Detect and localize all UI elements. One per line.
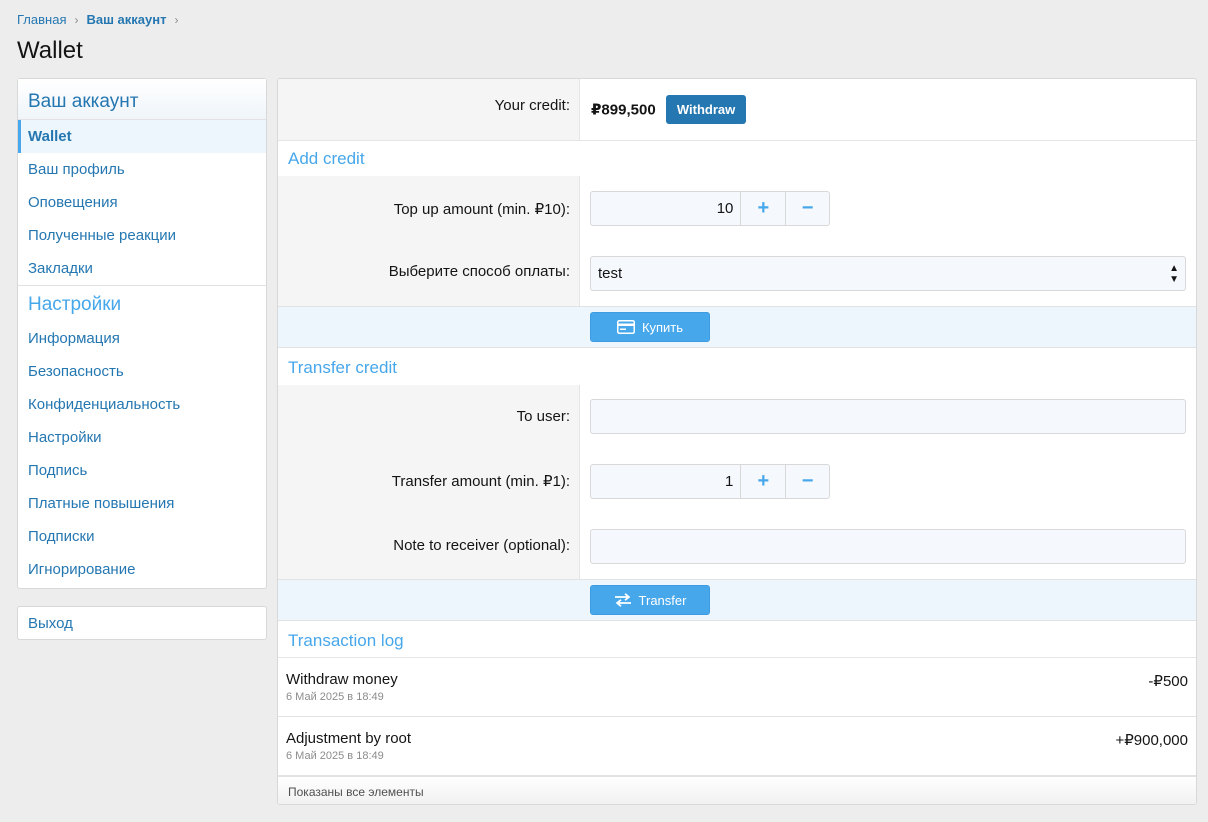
page-title: Wallet: [17, 37, 83, 64]
breadcrumb: Главная › Ваш аккаунт ›: [17, 12, 186, 27]
sidebar-item-reactions[interactable]: Полученные реакции: [18, 219, 266, 252]
transaction-amount: +₽900,000: [1115, 732, 1188, 749]
payment-method-label: Выберите способ оплаты:: [388, 263, 570, 280]
sidebar-section-account: Ваш аккаунт: [18, 79, 266, 120]
sidebar-item-preferences[interactable]: Настройки: [18, 421, 266, 454]
transaction-date: 6 Май 2025 в 18:49: [286, 750, 384, 762]
transaction-row: Adjustment by root 6 Май 2025 в 18:49 +₽…: [278, 717, 1196, 776]
buy-button[interactable]: Купить: [590, 312, 710, 342]
sidebar-item-ignoring[interactable]: Игнорирование: [18, 553, 266, 586]
divider: [278, 140, 1196, 141]
increment-button[interactable]: +: [741, 465, 785, 498]
transfer-actions: Transfer: [278, 579, 1196, 621]
sidebar-item-account-details[interactable]: Информация: [18, 322, 266, 355]
transaction-date: 6 Май 2025 в 18:49: [286, 691, 384, 703]
sidebar-item-bookmarks[interactable]: Закладки: [18, 252, 266, 285]
credit-balance: ₽899,500: [591, 101, 656, 119]
transaction-title: Adjustment by root: [286, 730, 412, 747]
payment-method-select[interactable]: test ▲ ▼: [590, 256, 1186, 291]
top-up-amount-label: Top up amount (min. ₽10):: [393, 201, 570, 218]
decrement-button[interactable]: −: [785, 192, 829, 225]
transfer-button[interactable]: Transfer: [590, 585, 710, 615]
account-sidebar: Ваш аккаунт Wallet Ваш профиль Оповещени…: [17, 78, 267, 589]
sidebar-item-signature[interactable]: Подпись: [18, 454, 266, 487]
transaction-title: Withdraw money: [286, 671, 398, 688]
increment-button[interactable]: +: [741, 192, 785, 225]
sidebar-item-security[interactable]: Безопасность: [18, 355, 266, 388]
swap-arrows-icon: [614, 593, 631, 607]
top-up-amount-stepper[interactable]: 10 + −: [590, 191, 830, 226]
note-label: Note to receiver (optional):: [393, 537, 570, 554]
sidebar-item-privacy[interactable]: Конфиденциальность: [18, 388, 266, 421]
breadcrumb-home-link[interactable]: Главная: [17, 12, 66, 27]
transfer-credit-title: Transfer credit: [288, 358, 397, 377]
sidebar-item-subscriptions[interactable]: Подписки: [18, 520, 266, 553]
sidebar-item-alerts[interactable]: Оповещения: [18, 186, 266, 219]
select-arrows-icon: ▲ ▼: [1169, 263, 1179, 285]
to-user-input[interactable]: [590, 399, 1186, 434]
logout-link[interactable]: Выход: [17, 606, 267, 640]
credit-card-icon: [616, 320, 635, 334]
add-credit-title: Add credit: [288, 149, 365, 168]
log-footer: Показаны все элементы: [278, 776, 1196, 804]
chevron-right-icon: ›: [74, 12, 79, 27]
wallet-panel: Your credit: ₽899,500 Withdraw Add credi…: [277, 78, 1197, 805]
breadcrumb-account-link[interactable]: Ваш аккаунт: [86, 12, 166, 27]
transfer-amount-label: Transfer amount (min. ₽1):: [391, 473, 570, 490]
transaction-amount: -₽500: [1148, 673, 1188, 690]
note-input[interactable]: [590, 529, 1186, 564]
add-credit-actions: Купить: [278, 306, 1196, 348]
credit-row: Your credit: ₽899,500 Withdraw: [278, 79, 1196, 140]
decrement-button[interactable]: −: [785, 465, 829, 498]
credit-label: Your credit:: [278, 79, 580, 140]
transfer-amount-stepper[interactable]: 1 + −: [590, 464, 830, 499]
top-up-amount-input[interactable]: 10: [591, 192, 742, 225]
sidebar-item-wallet[interactable]: Wallet: [18, 120, 266, 153]
transfer-amount-input[interactable]: 1: [591, 465, 742, 498]
sidebar-section-settings: Настройки: [18, 285, 266, 322]
sidebar-item-profile[interactable]: Ваш профиль: [18, 153, 266, 186]
withdraw-button[interactable]: Withdraw: [665, 95, 747, 124]
to-user-label: To user:: [516, 408, 570, 425]
transaction-log-title: Transaction log: [288, 631, 404, 650]
chevron-right-icon: ›: [174, 12, 179, 27]
sidebar-item-upgrades[interactable]: Платные повышения: [18, 487, 266, 520]
transaction-row: Withdraw money 6 Май 2025 в 18:49 -₽500: [278, 658, 1196, 717]
